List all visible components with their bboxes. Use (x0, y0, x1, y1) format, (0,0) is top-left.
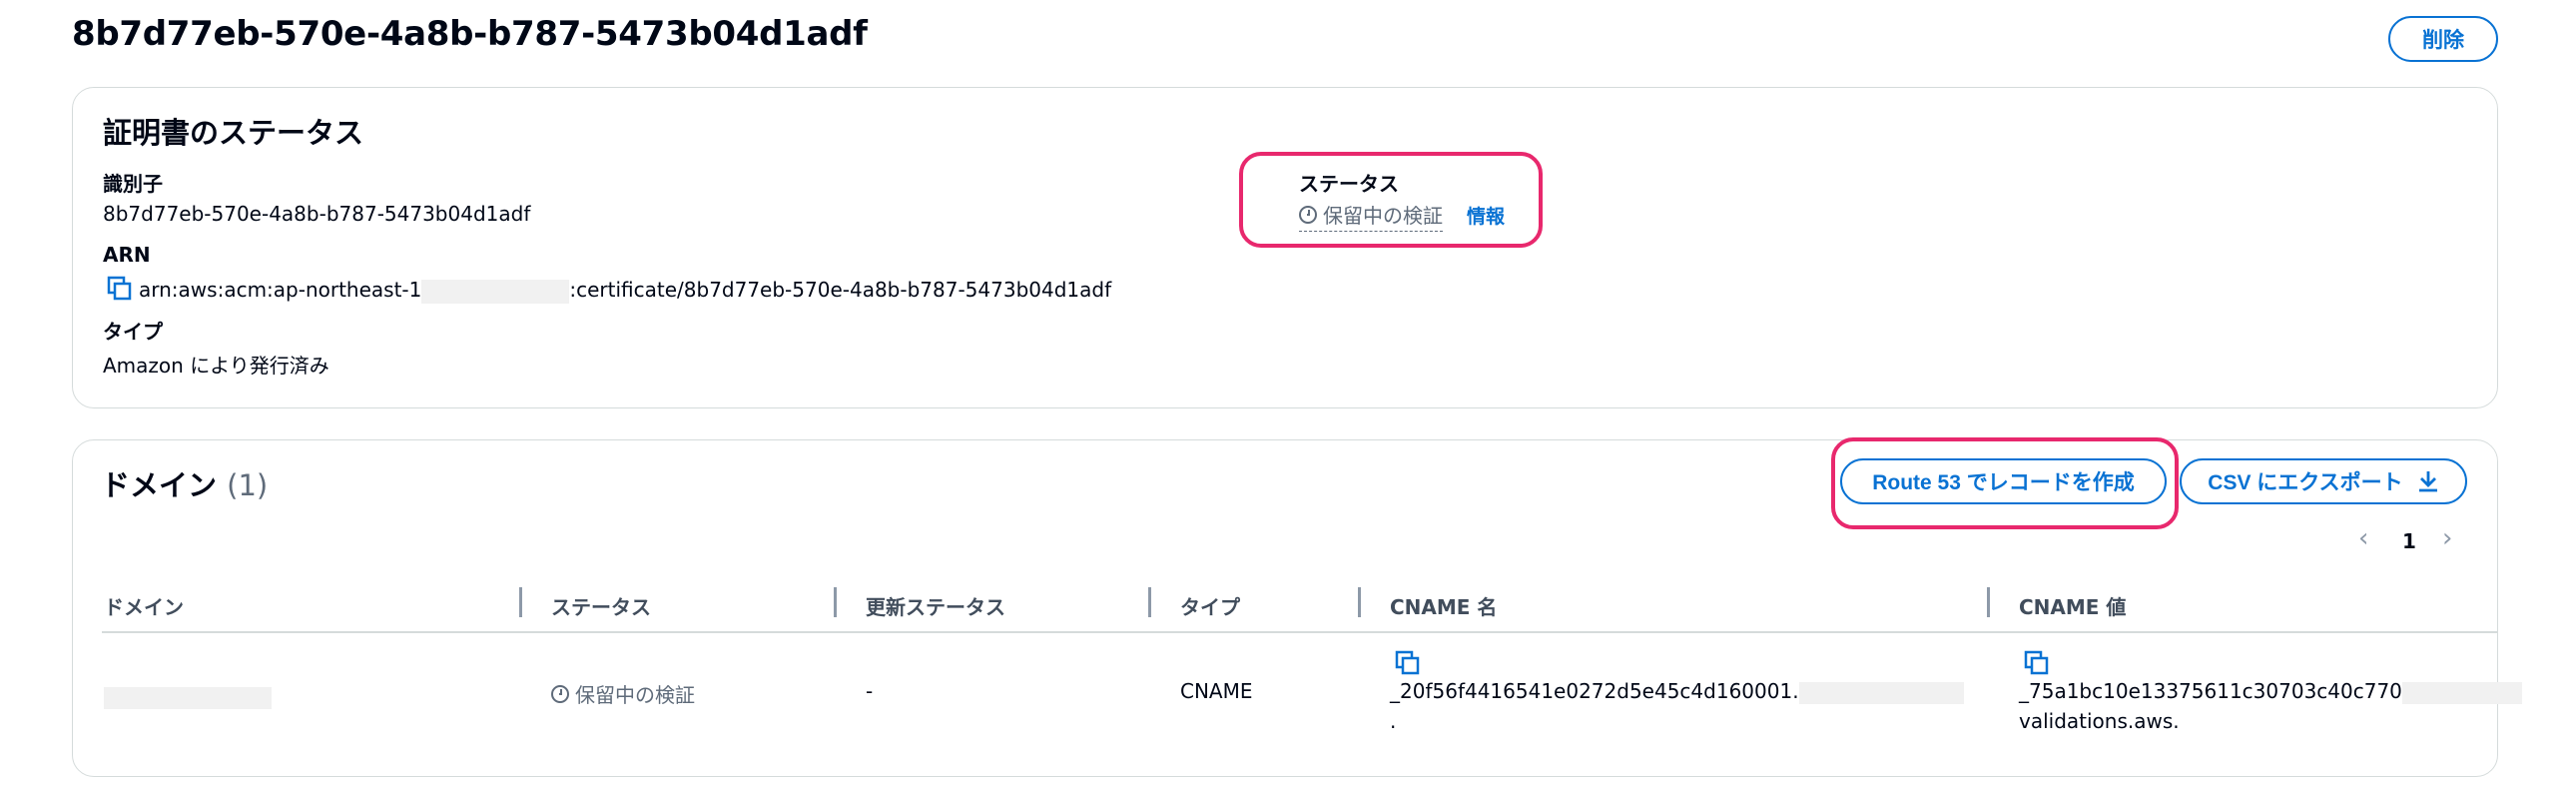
column-renewal-status[interactable]: 更新ステータス (866, 591, 1005, 620)
route53-highlight (1831, 437, 2179, 529)
row-status: 保留中の検証 (551, 679, 695, 708)
arn-suffix: :certificate/8b7d77eb-570e-4a8b-b787-547… (569, 278, 1112, 302)
arn-label: ARN (103, 243, 151, 267)
certificate-status-heading: 証明書のステータス (103, 116, 364, 150)
column-divider[interactable] (1148, 587, 1151, 617)
identifier-label: 識別子 (103, 172, 163, 196)
cname-name-line2: . (1390, 709, 1397, 733)
column-divider[interactable] (1358, 587, 1361, 617)
redacted-cname-name (1798, 681, 1964, 704)
column-status[interactable]: ステータス (551, 591, 651, 620)
delete-button[interactable]: 削除 (2388, 16, 2498, 62)
table-header-divider (102, 631, 2498, 633)
status-highlight (1239, 152, 1543, 248)
copy-icon[interactable] (107, 276, 133, 302)
type-value: Amazon により発行済み (103, 354, 329, 378)
column-domain[interactable]: ドメイン (104, 591, 184, 620)
cname-value-line2: validations.aws. (2019, 709, 2180, 733)
page-title: 8b7d77eb-570e-4a8b-b787-5473b04d1adf (72, 14, 868, 54)
column-cname-name[interactable]: CNAME 名 (1390, 591, 1497, 620)
copy-icon[interactable] (2024, 650, 2050, 676)
export-csv-label: CSV にエクスポート (2208, 471, 2403, 494)
domain-heading-text: ドメイン (101, 468, 218, 502)
row-status-text: 保留中の検証 (575, 683, 695, 707)
column-divider[interactable] (834, 587, 837, 617)
row-type: CNAME (1180, 679, 1253, 703)
identifier-value: 8b7d77eb-570e-4a8b-b787-5473b04d1adf (103, 202, 531, 226)
redacted-domain (104, 687, 272, 709)
copy-icon[interactable] (1395, 650, 1421, 676)
prev-page-icon[interactable]: ‹ (2358, 523, 2368, 553)
domain-count: (1) (227, 468, 269, 502)
redacted-account-id (421, 279, 570, 304)
export-csv-button[interactable]: CSV にエクスポート (2180, 458, 2467, 504)
column-divider[interactable] (1987, 587, 1990, 617)
next-page-icon[interactable]: › (2442, 523, 2452, 553)
row-renewal-status: - (866, 679, 874, 703)
type-label: タイプ (103, 320, 163, 344)
page-number[interactable]: 1 (2402, 529, 2416, 553)
cname-value-line1: _75a1bc10e13375611c30703c40c770 (2019, 679, 2402, 703)
certificate-status-card: 証明書のステータス 識別子 8b7d77eb-570e-4a8b-b787-54… (72, 87, 2498, 408)
download-icon (2418, 471, 2437, 492)
domain-heading: ドメイン (1) (101, 462, 268, 504)
column-cname-value[interactable]: CNAME 値 (2019, 591, 2126, 620)
redacted-cname-value (2401, 681, 2522, 704)
column-type[interactable]: タイプ (1180, 591, 1240, 620)
column-divider[interactable] (519, 587, 522, 617)
arn-prefix: arn:aws:acm:ap-northeast-1 (139, 278, 422, 302)
arn-value: arn:aws:acm:ap-northeast-1 :certificate/8… (139, 278, 1111, 304)
cname-value-value: _75a1bc10e13375611c30703c40c770 (2019, 679, 2522, 704)
clock-icon (551, 684, 569, 703)
cname-name-value: _20f56f4416541e0272d5e45c4d160001. (1390, 679, 1964, 704)
cname-name-line1: _20f56f4416541e0272d5e45c4d160001. (1390, 679, 1799, 703)
